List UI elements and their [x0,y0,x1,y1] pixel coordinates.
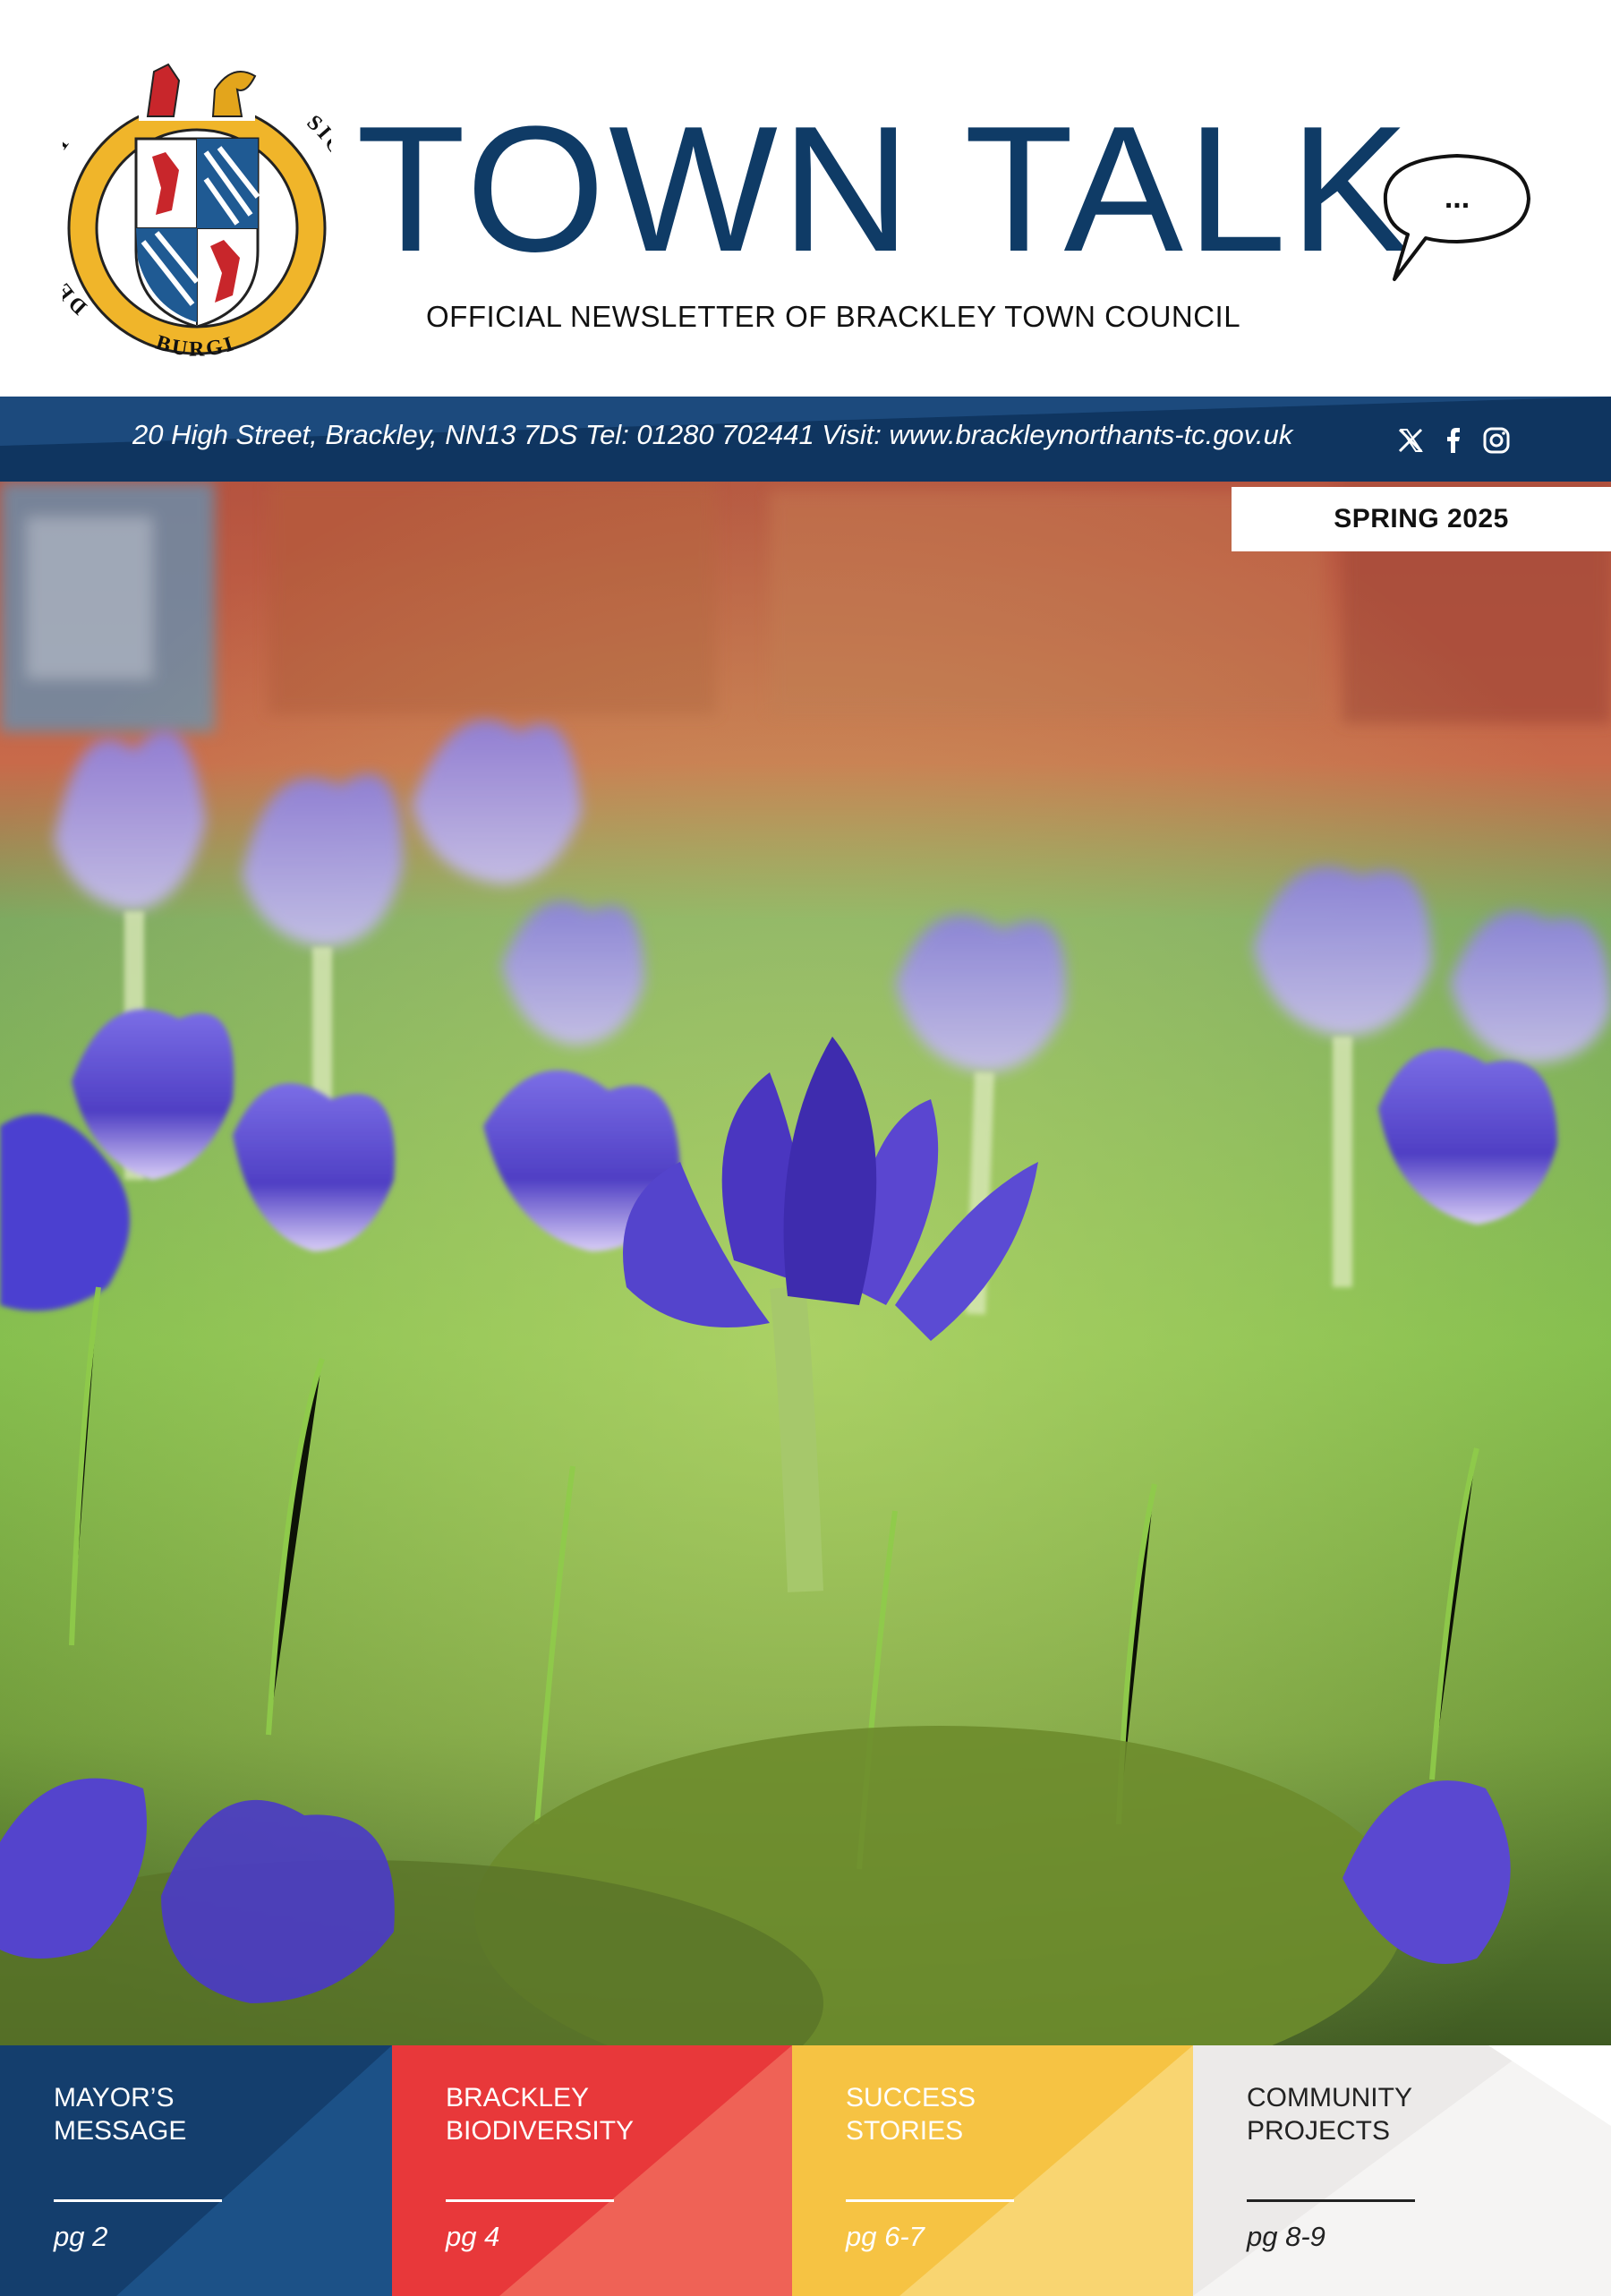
tile-rule [54,2199,222,2202]
tile-rule [846,2199,1014,2202]
tile-community-projects[interactable]: COMMUNITY PROJECTS pg 8-9 [1193,2045,1611,2296]
issue-season-label: SPRING 2025 [1232,487,1611,551]
tile-rule [1247,2199,1415,2202]
newsletter-title: TOWN TALK [356,90,1413,289]
tile-label: SUCCESS STORIES [846,2083,976,2146]
speech-bubble-icon: ... [1383,154,1530,281]
crocus-cover-photo [0,482,1611,2045]
masthead: DE BRACKLEY SIGILLUM BURGI TOWN TALK ...… [0,0,1611,397]
tile-page-ref: pg 6-7 [846,2221,925,2252]
tile-page-ref: pg 2 [54,2221,108,2252]
tile-success-stories[interactable]: SUCCESS STORIES pg 6-7 [792,2045,1193,2296]
newsletter-subtitle: OFFICIAL NEWSLETTER OF BRACKLEY TOWN COU… [426,300,1241,333]
tile-label: BRACKLEY BIODIVERSITY [446,2083,635,2146]
tile-page-ref: pg 8-9 [1247,2221,1325,2252]
tile-label: MAYOR’S MESSAGE [54,2083,187,2146]
x-icon[interactable] [1396,426,1425,455]
facebook-icon[interactable] [1439,426,1468,455]
tile-mayors-message[interactable]: MAYOR’S MESSAGE pg 2 [0,2045,392,2296]
contents-tiles: MAYOR’S MESSAGE pg 2 BRACKLEY BIODIVERSI… [0,2045,1611,2296]
tile-page-ref: pg 4 [446,2221,500,2252]
tile-label: COMMUNITY PROJECTS [1247,2083,1412,2146]
brackley-crest-icon: DE BRACKLEY SIGILLUM BURGI [63,58,331,362]
social-links [1396,421,1511,460]
tile-rule [446,2199,614,2202]
bubble-dots: ... [1445,181,1470,215]
contact-text: 20 High Street, Brackley, NN13 7DS Tel: … [132,419,1293,450]
tile-brackley-biodiversity[interactable]: BRACKLEY BIODIVERSITY pg 4 [392,2045,792,2296]
instagram-icon[interactable] [1482,426,1511,455]
